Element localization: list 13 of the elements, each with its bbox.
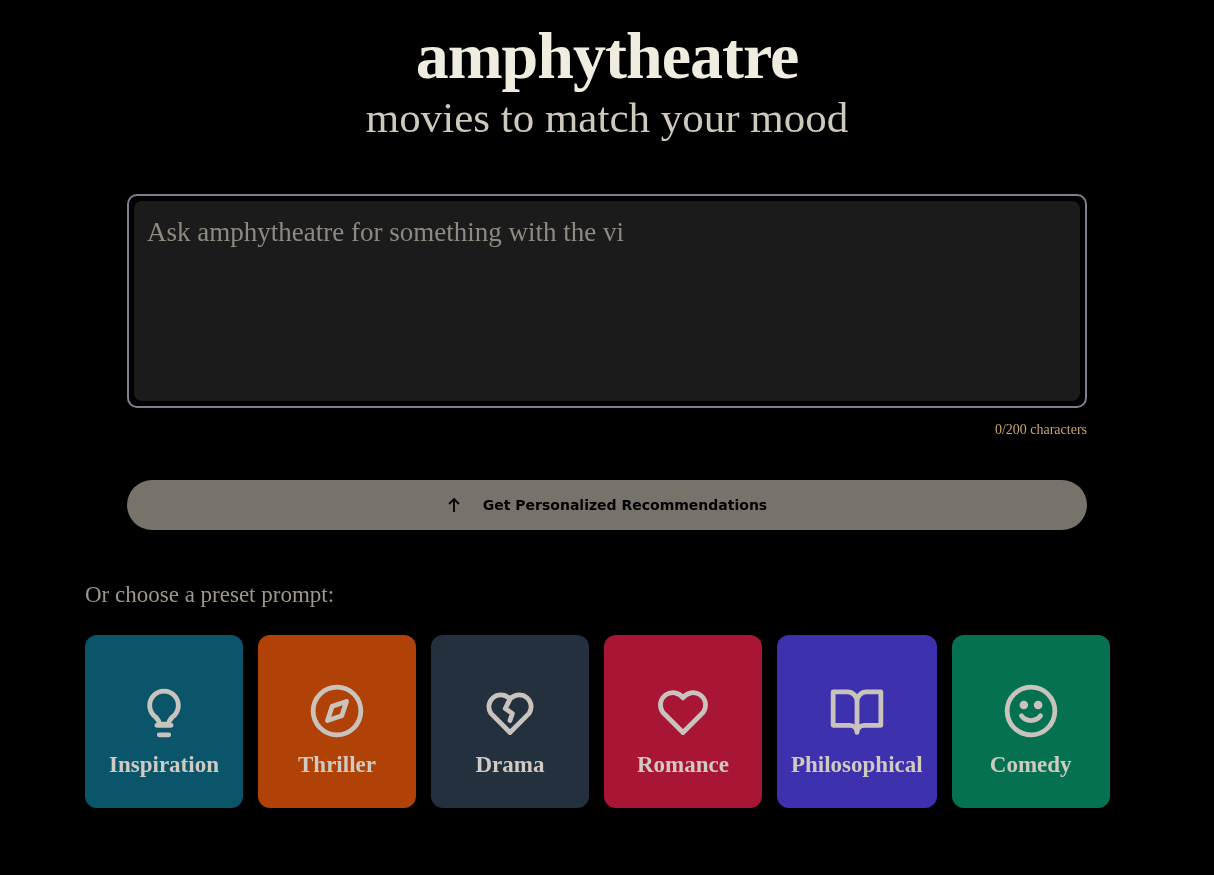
app-subtitle: movies to match your mood: [365, 94, 849, 142]
prompt-field[interactable]: Ask amphytheatre for something with the vi: [127, 194, 1087, 408]
preset-card[interactable]: Romance: [604, 635, 762, 808]
character-counter: 0/200 characters: [994, 422, 1087, 438]
app-title: amphytheatre: [415, 18, 799, 94]
preset-card[interactable]: Drama: [431, 635, 589, 808]
preset-card[interactable]: Thriller: [258, 635, 416, 808]
arrow-up-icon: [446, 497, 461, 513]
preset-card[interactable]: Inspiration: [85, 635, 243, 808]
recommendations-button[interactable]: Get Personalized Recommendations: [127, 480, 1087, 530]
preset-heading: Or choose a preset prompt:: [85, 582, 336, 608]
preset-card[interactable]: Comedy: [951, 635, 1110, 808]
preset-card[interactable]: Philosophical: [777, 635, 937, 808]
